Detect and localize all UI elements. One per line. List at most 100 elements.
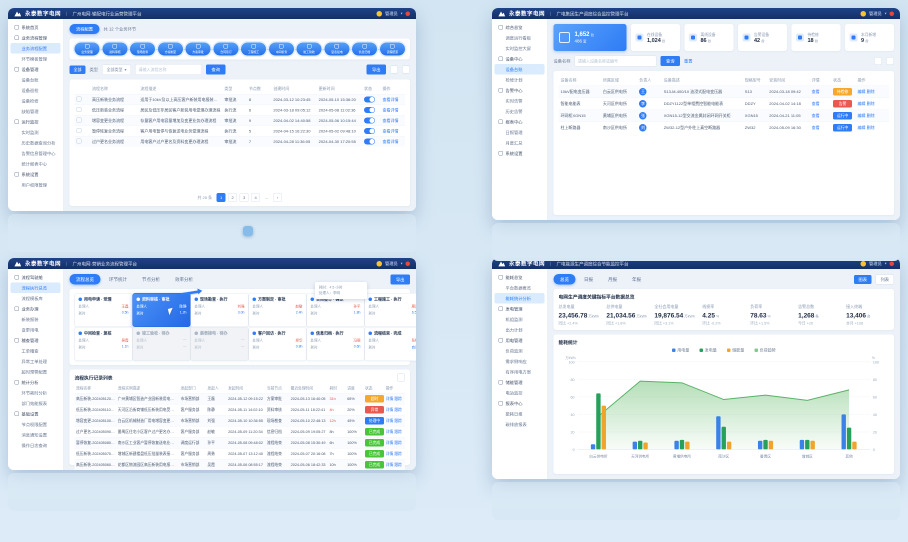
track-link[interactable]: 跟踪 (394, 419, 402, 424)
gear-icon[interactable] (886, 57, 894, 65)
flow-config-button[interactable]: 流程配置 (70, 24, 100, 34)
process-step[interactable]: 资料审核 (102, 43, 127, 56)
view-list-button[interactable]: 列表 (875, 274, 894, 284)
sidebar-item[interactable]: 机组监测 (495, 314, 545, 325)
sidebar-item[interactable]: 告警中心 (495, 85, 545, 96)
status-toggle[interactable] (364, 118, 375, 124)
tab[interactable]: 月报 (602, 274, 624, 285)
sidebar-item[interactable]: 有序用电方案 (495, 367, 545, 378)
sidebar-item[interactable]: 稽查管理 (11, 335, 61, 346)
tab[interactable]: 年报 (626, 274, 648, 285)
track-link[interactable]: 跟踪 (394, 430, 402, 435)
sidebar-item[interactable]: 消息通知设置 (11, 430, 61, 441)
sidebar-item[interactable]: 部门效能报表 (11, 398, 61, 409)
table-row[interactable]: 过户更名业务流程 用电客户过户更名及资料变更办理流程 审批流 7 2024-04… (75, 136, 406, 146)
flow-node[interactable]: 中间检查 · 复核 处理人吴霞 耗时1.1h (75, 327, 133, 361)
process-step[interactable]: 现场勘查 (130, 43, 155, 56)
sidebar-item[interactable]: 设备台账 (11, 75, 61, 86)
sidebar-item[interactable]: 平台数据概览 (495, 283, 545, 294)
sidebar-item[interactable]: 系统首页 (11, 22, 61, 33)
delete-link[interactable]: 删除 (867, 114, 875, 119)
flow-node[interactable]: 信息归档 · 执行 处理人冯丽 耗时0.6h (307, 327, 365, 361)
detail-link[interactable]: 详情 (386, 430, 394, 435)
table-row[interactable]: 高压新装-20240512001 广州黄埔区智造产业园新装用电申请流程 市场营销… (75, 393, 406, 404)
table-row[interactable]: 低压新装-20240507003 增城区新建楼盘低压批量装表接电流程 客户服务部… (75, 448, 406, 459)
type-select[interactable]: 全部类型▾ (102, 64, 131, 75)
user-avatar[interactable] (860, 11, 866, 17)
process-step[interactable]: 中间检查 (269, 43, 294, 56)
detail-link[interactable]: 详情 (386, 419, 394, 424)
track-link[interactable]: 跟踪 (394, 463, 402, 468)
flow-node[interactable]: 工程施工 · 执行 处理人周勇 耗时6.5h (365, 293, 417, 327)
status-toggle[interactable] (364, 139, 375, 145)
flow-node[interactable]: 用电申请 · 受理 处理人王磊 耗时0.5h (75, 293, 133, 327)
notification-dot-icon[interactable] (406, 261, 411, 266)
refresh-icon[interactable] (874, 57, 882, 65)
sidebar-item[interactable]: 缺陷管理 (11, 106, 61, 117)
flow-node[interactable]: 资料审核 · 审批 处理人陈静 耗时1.2h (133, 293, 191, 327)
row-checkbox[interactable] (77, 128, 82, 133)
notification-dot-icon[interactable] (890, 261, 895, 266)
detail-link[interactable]: 查看详情 (383, 108, 399, 113)
process-step[interactable]: 工程施工 (241, 43, 266, 56)
sidebar-item[interactable]: 报表中心 (495, 398, 545, 409)
gear-icon[interactable] (397, 374, 405, 382)
sidebar-item[interactable]: 负荷监测 (495, 346, 545, 357)
process-step[interactable]: 流程结束 (380, 43, 405, 56)
track-link[interactable]: 跟踪 (394, 441, 402, 446)
sidebar-item[interactable]: 设备管理 (11, 64, 61, 75)
sidebar-item[interactable]: 业务办理 (11, 304, 61, 315)
sidebar-item[interactable]: 流程驾驶舱 (11, 272, 61, 283)
view-link[interactable]: 查看 (812, 114, 820, 119)
delete-link[interactable]: 删除 (867, 102, 875, 107)
refresh-icon[interactable] (390, 66, 398, 74)
sidebar-item[interactable]: 储能管理 (495, 377, 545, 388)
sidebar-item[interactable]: 出力计划 (495, 325, 545, 336)
sidebar-item[interactable]: 日报管理 (495, 127, 545, 138)
stat-card[interactable]: 离线设备 86台 (685, 24, 734, 51)
chevron-down-icon[interactable]: ▾ (401, 262, 403, 266)
sidebar-item[interactable]: 能耗日报 (495, 409, 545, 420)
detail-link[interactable]: 查看详情 (383, 139, 399, 144)
process-step[interactable]: 合同签订 (213, 43, 238, 56)
row-checkbox[interactable] (77, 107, 82, 112)
sidebar-item[interactable]: 流程模板库 (11, 293, 61, 304)
table-row[interactable]: 低压新装-20240511008 天河区沿街商铺低压新装用电受理流程 客户服务部… (75, 404, 406, 415)
notification-dot-icon[interactable] (406, 11, 411, 16)
page-button[interactable]: 3 (240, 193, 249, 202)
track-link[interactable]: 跟踪 (394, 452, 402, 457)
detail-link[interactable]: 详情 (386, 397, 394, 402)
sidebar-item[interactable]: 工单稽查 (11, 346, 61, 357)
sidebar-item[interactable]: 电站监控 (495, 388, 545, 399)
export-button[interactable]: 导出 (390, 274, 410, 284)
chevron-down-icon[interactable]: ▾ (885, 262, 887, 266)
sidebar-item[interactable]: 用户权限管理 (11, 180, 61, 191)
table-row[interactable]: 过户更名-20240509006 番禺区住宅小区客户过户更名办理流程 客户服务部… (75, 426, 406, 437)
sidebar-item[interactable]: 实时告警 (495, 96, 545, 107)
sidebar-item[interactable]: 能耗总览 (495, 272, 545, 283)
page-button[interactable]: 2 (228, 193, 237, 202)
device-search-input[interactable] (575, 56, 657, 67)
sidebar-item[interactable]: 实时监控大屏 (495, 43, 545, 54)
sidebar-item[interactable]: 告警信息管理中心 (11, 148, 61, 159)
flow-node[interactable]: 装表接电 · 待办 处理人— 耗时— (191, 327, 249, 361)
sidebar-item[interactable]: 碳排放报表 (495, 419, 545, 430)
sidebar-item[interactable]: 检修计划 (495, 75, 545, 86)
search-button[interactable]: 查询 (206, 65, 226, 75)
table-row[interactable]: 增容变更-20240510012 白云区机械制造厂用电增容变更申请流程 市场营销… (75, 415, 406, 426)
sidebar-item[interactable]: 基础设置 (11, 409, 61, 420)
user-avatar[interactable] (376, 11, 382, 17)
owner-avatar[interactable]: 刘 (639, 124, 647, 132)
sidebar-item[interactable]: 环节模板管理 (11, 54, 61, 65)
chevron-down-icon[interactable]: ▾ (885, 12, 887, 16)
sidebar-item[interactable]: 需求侧响应 (495, 356, 545, 367)
legend-item[interactable]: 储能量 (727, 348, 745, 354)
sidebar-item[interactable]: 系统设置 (11, 169, 61, 180)
legend-item[interactable]: 发电量 (699, 348, 717, 354)
row-checkbox[interactable] (77, 97, 82, 102)
status-toggle[interactable] (364, 107, 375, 113)
track-link[interactable]: 跟踪 (394, 397, 402, 402)
edit-link[interactable]: 编辑 (858, 114, 866, 119)
detail-link[interactable]: 查看详情 (383, 118, 399, 123)
sidebar-item[interactable]: 业务流程管理 (11, 33, 61, 44)
